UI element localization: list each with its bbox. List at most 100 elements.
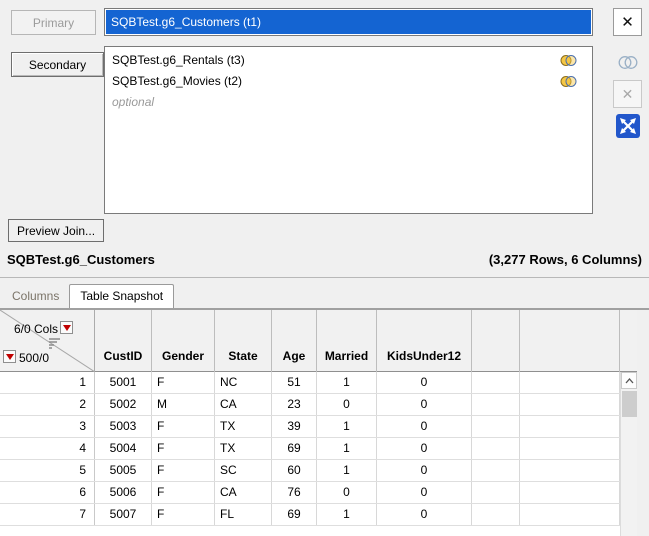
cell-state[interactable]: CA <box>215 394 272 415</box>
cell-state[interactable]: TX <box>215 416 272 437</box>
cell-married[interactable]: 1 <box>317 416 377 437</box>
table-row[interactable]: 55005FSC6010 <box>0 460 649 482</box>
cell-kidsunder12[interactable]: 0 <box>377 438 472 459</box>
sort-filter-icon[interactable] <box>48 337 61 349</box>
row-number[interactable]: 5 <box>0 460 95 481</box>
cell-age[interactable]: 76 <box>272 482 317 503</box>
cell-married[interactable]: 0 <box>317 482 377 503</box>
cell-state[interactable]: NC <box>215 372 272 393</box>
cell-state[interactable]: CA <box>215 482 272 503</box>
column-header-custid[interactable]: CustID <box>95 310 152 372</box>
row-number[interactable]: 1 <box>0 372 95 393</box>
cell-age[interactable]: 69 <box>272 504 317 525</box>
column-header-kidsunder12[interactable]: KidsUnder12 <box>377 310 472 372</box>
column-header-state[interactable]: State <box>215 310 272 372</box>
secondary-table-item[interactable]: SQBTest.g6_Movies (t2) <box>105 71 592 92</box>
cell-age[interactable]: 39 <box>272 416 317 437</box>
primary-table-selected[interactable]: SQBTest.g6_Customers (t1) <box>106 10 591 34</box>
primary-button[interactable]: Primary <box>11 10 96 35</box>
cell-gender[interactable]: F <box>152 416 215 437</box>
table-row[interactable]: 25002MCA2300 <box>0 394 649 416</box>
secondary-table-item[interactable]: SQBTest.g6_Rentals (t3) <box>105 50 592 71</box>
row-number[interactable]: 7 <box>0 504 95 525</box>
table-row[interactable]: 35003FTX3910 <box>0 416 649 438</box>
vertical-scrollbar[interactable] <box>620 372 637 536</box>
cell-state[interactable]: SC <box>215 460 272 481</box>
cell-married[interactable]: 1 <box>317 372 377 393</box>
join-venn-icon[interactable] <box>560 75 577 88</box>
cell-kidsunder12[interactable]: 0 <box>377 372 472 393</box>
cell-age[interactable]: 69 <box>272 438 317 459</box>
optional-placeholder: optional <box>105 92 592 113</box>
table-row[interactable]: 65006FCA7600 <box>0 482 649 504</box>
join-venn-icon[interactable] <box>560 54 577 67</box>
cell-gender[interactable]: F <box>152 504 215 525</box>
cell-kidsunder12[interactable]: 0 <box>377 460 472 481</box>
cell-empty <box>520 482 620 503</box>
tab-columns[interactable]: Columns <box>2 285 69 308</box>
cell-gender[interactable]: F <box>152 482 215 503</box>
cell-kidsunder12[interactable]: 0 <box>377 394 472 415</box>
secondary-button[interactable]: Secondary <box>11 52 104 77</box>
preview-join-button[interactable]: Preview Join... <box>8 219 104 242</box>
cell-kidsunder12[interactable]: 0 <box>377 416 472 437</box>
cell-empty <box>520 394 620 415</box>
table-row[interactable]: 45004FTX6910 <box>0 438 649 460</box>
secondary-tools: ✕ <box>613 48 645 144</box>
cell-age[interactable]: 60 <box>272 460 317 481</box>
cell-age[interactable]: 51 <box>272 372 317 393</box>
rows-menu-red-triangle[interactable] <box>3 350 16 363</box>
chevron-up-icon <box>625 378 634 384</box>
cell-married[interactable]: 0 <box>317 394 377 415</box>
cell-state[interactable]: TX <box>215 438 272 459</box>
primary-table-field[interactable]: SQBTest.g6_Customers (t1) <box>104 8 593 36</box>
join-type-button[interactable] <box>613 48 642 76</box>
cell-custid[interactable]: 5005 <box>95 460 152 481</box>
edit-join-button[interactable] <box>613 112 642 140</box>
cell-gender[interactable]: F <box>152 460 215 481</box>
column-header-gender[interactable]: Gender <box>152 310 215 372</box>
row-number[interactable]: 6 <box>0 482 95 503</box>
cell-empty <box>472 460 520 481</box>
cell-custid[interactable]: 5007 <box>95 504 152 525</box>
table-row[interactable]: 15001FNC5110 <box>0 372 649 394</box>
cell-custid[interactable]: 5006 <box>95 482 152 503</box>
result-header: SQBTest.g6_Customers (3,277 Rows, 6 Colu… <box>0 252 649 267</box>
table-row[interactable]: 75007FFL6910 <box>0 504 649 526</box>
column-header-married[interactable]: Married <box>317 310 377 372</box>
cell-gender[interactable]: M <box>152 394 215 415</box>
column-header-age[interactable]: Age <box>272 310 317 372</box>
row-number[interactable]: 2 <box>0 394 95 415</box>
cell-empty <box>472 372 520 393</box>
cell-married[interactable]: 1 <box>317 438 377 459</box>
cell-custid[interactable]: 5004 <box>95 438 152 459</box>
result-table-title: SQBTest.g6_Customers <box>7 252 155 267</box>
grid-body: 15001FNC511025002MCA230035003FTX39104500… <box>0 372 649 526</box>
cell-kidsunder12[interactable]: 0 <box>377 504 472 525</box>
row-number[interactable]: 4 <box>0 438 95 459</box>
remove-primary-button[interactable]: ✕ <box>613 8 642 36</box>
scroll-up-button[interactable] <box>621 372 637 389</box>
row-number[interactable]: 3 <box>0 416 95 437</box>
tab-table-snapshot[interactable]: Table Snapshot <box>69 284 174 308</box>
cell-custid[interactable]: 5002 <box>95 394 152 415</box>
cell-custid[interactable]: 5003 <box>95 416 152 437</box>
cell-gender[interactable]: F <box>152 372 215 393</box>
remove-secondary-button[interactable]: ✕ <box>613 80 642 108</box>
cell-kidsunder12[interactable]: 0 <box>377 482 472 503</box>
cell-gender[interactable]: F <box>152 438 215 459</box>
cell-married[interactable]: 1 <box>317 460 377 481</box>
columns-menu-red-triangle[interactable] <box>60 321 73 334</box>
arrows-cross-icon <box>615 113 641 139</box>
secondary-list[interactable]: SQBTest.g6_Rentals (t3) SQBTest.g6_Movie… <box>104 46 593 214</box>
venn-outline-icon <box>618 55 638 70</box>
cell-age[interactable]: 23 <box>272 394 317 415</box>
cell-state[interactable]: FL <box>215 504 272 525</box>
cell-custid[interactable]: 5001 <box>95 372 152 393</box>
cell-empty <box>472 438 520 459</box>
scrollbar-thumb[interactable] <box>622 391 637 417</box>
cell-married[interactable]: 1 <box>317 504 377 525</box>
column-header-empty <box>520 310 620 372</box>
cell-empty <box>472 416 520 437</box>
close-icon: ✕ <box>621 13 634 31</box>
